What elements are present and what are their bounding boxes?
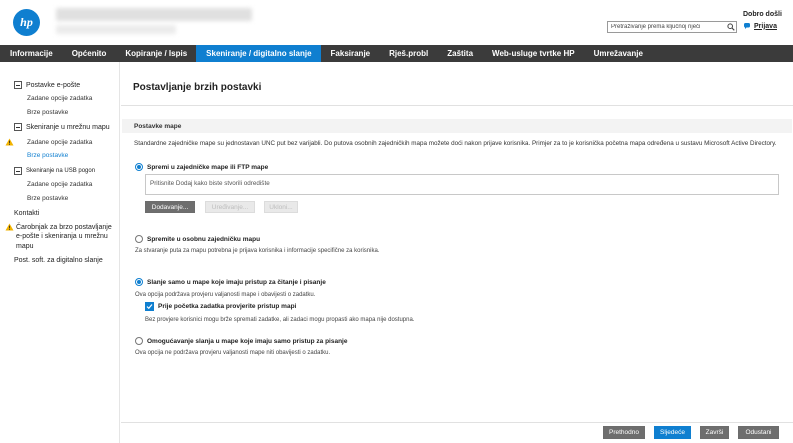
sidebar-item-network-folder[interactable]: Skeniranje u mrežnu mapu: [14, 123, 110, 131]
title-divider: [121, 105, 793, 106]
radio-label: Spremi u zajedničke mape ili FTP mape: [147, 163, 269, 171]
tab-general[interactable]: Općenito: [62, 45, 116, 62]
finish-button[interactable]: Završi: [700, 426, 729, 439]
radio-label: Spremite u osobnu zajedničku mapu: [147, 235, 261, 243]
sign-in-icon: [744, 23, 750, 29]
tab-copy-print[interactable]: Kopiranje / Ispis: [115, 45, 196, 62]
sign-in-link[interactable]: Prijava: [754, 23, 777, 30]
verify-access-checkbox[interactable]: Prije početka zadatka provjerite pristup…: [145, 302, 296, 311]
search-input[interactable]: Pretraživanje prema ključnoj riječi: [608, 24, 725, 30]
radio-unselected-icon[interactable]: [135, 337, 143, 345]
tab-hp-web-services[interactable]: Web-usluge tvrtke HP: [482, 45, 584, 62]
previous-button[interactable]: Prethodno: [603, 426, 645, 439]
read-write-note: Ova opcija podržava provjeru valjanosti …: [135, 292, 316, 298]
tab-information[interactable]: Informacije: [0, 45, 62, 62]
radio-write-only-folders[interactable]: Omogućavanje slanja u mape koje imaju sa…: [135, 337, 347, 345]
sidebar-item-email-defaults[interactable]: Zadane opcije zadatka: [27, 95, 92, 102]
sidebar-item-contacts[interactable]: Kontakti: [14, 210, 39, 217]
verify-access-note: Bez provjere korisnici mogu brže spremat…: [145, 317, 415, 323]
footer-divider: [121, 422, 793, 423]
sidebar-item-label: Zadane opcije zadatka: [27, 138, 93, 146]
page-title: Postavljanje brzih postavki: [133, 82, 262, 93]
radio-shared-folders[interactable]: Spremi u zajedničke mape ili FTP mape: [135, 163, 268, 171]
header: hp Pretraživanje prema ključnoj riječi D…: [0, 0, 793, 44]
collapse-icon[interactable]: [14, 81, 22, 89]
search-icon[interactable]: [725, 22, 736, 32]
collapse-icon[interactable]: [14, 123, 22, 131]
tab-security[interactable]: Zaštita: [437, 45, 482, 62]
sidebar-item-wizard-line2[interactable]: e-pošte i skeniranja u mrežnu: [16, 233, 108, 240]
next-button[interactable]: Sljedeće: [654, 426, 691, 439]
tab-troubleshooting[interactable]: Rješ.probl: [379, 45, 437, 62]
radio-read-write-folders[interactable]: Slanje samo u mape koje imaju pristup za…: [135, 278, 326, 286]
edit-button[interactable]: Uređivanje...: [205, 201, 255, 213]
sidebar-item-label: Skeniranje na USB pogon: [26, 168, 96, 174]
printer-address-redacted: [56, 25, 176, 34]
sidebar-item-email-setup[interactable]: Postavke e-pošte: [14, 81, 80, 89]
warning-icon: [5, 223, 14, 231]
sidebar-item-label: Postavke e-pošte: [26, 81, 81, 89]
main-content: Postavljanje brzih postavki Postavke map…: [121, 62, 793, 443]
radio-label: Slanje samo u mape koje imaju pristup za…: [147, 278, 326, 286]
cancel-button[interactable]: Odustani: [738, 426, 779, 439]
section-description: Standardne zajedničke mape su jednostava…: [134, 140, 777, 147]
radio-selected-icon[interactable]: [135, 278, 143, 286]
radio-selected-icon[interactable]: [135, 163, 143, 171]
page: hp Pretraživanje prema ključnoj riječi D…: [0, 0, 793, 443]
welcome-text: Dobro došli: [743, 11, 782, 18]
sidebar-item-label: Skeniranje u mrežnu mapu: [26, 123, 110, 131]
sidebar-item-wizard-line3[interactable]: mapu: [16, 243, 34, 250]
checkbox-label: Prije početka zadatka provjerite pristup…: [158, 303, 297, 310]
main-nav: Informacije Općenito Kopiranje / Ispis S…: [0, 45, 793, 62]
checkmark-icon[interactable]: [145, 302, 154, 311]
radio-unselected-icon[interactable]: [135, 235, 143, 243]
warning-icon: [5, 138, 14, 146]
sidebar-item-usb-quick-sets[interactable]: Brze postavke: [27, 195, 68, 202]
sidebar-item-usb-defaults[interactable]: Zadane opcije zadatka: [27, 181, 92, 188]
remove-button[interactable]: Ukloni...: [264, 201, 298, 213]
sidebar-item-label: Čarobnjak za brzo postavljanje: [16, 223, 112, 231]
sidebar-item-folder-defaults[interactable]: Zadane opcije zadatka: [5, 138, 92, 146]
sidebar-item-digital-send-software[interactable]: Post. soft. za digitalno slanje: [14, 257, 103, 264]
write-only-note: Ova opcija ne podržava provjeru valjanos…: [135, 350, 331, 356]
hp-logo[interactable]: hp: [13, 9, 40, 36]
sign-in[interactable]: Prijava: [743, 22, 777, 30]
add-button[interactable]: Dodavanje...: [145, 201, 195, 213]
sidebar-item-usb[interactable]: Skeniranje na USB pogon: [14, 167, 95, 175]
search-box[interactable]: Pretraživanje prema ključnoj riječi: [607, 21, 737, 33]
tab-fax[interactable]: Faksiranje: [321, 45, 380, 62]
tab-networking[interactable]: Umrežavanje: [584, 45, 652, 62]
tab-scan-digital-send[interactable]: Skeniranje / digitalno slanje: [196, 45, 321, 62]
sidebar: Postavke e-pošte Zadane opcije zadatka B…: [0, 62, 120, 443]
sidebar-item-folder-quick-sets[interactable]: Brze postavke: [27, 152, 68, 159]
section-header: Postavke mape: [122, 119, 792, 133]
personal-folder-note: Za stvaranje puta za mapu potrebna je pr…: [135, 248, 380, 254]
destination-list[interactable]: Pritisnite Dodaj kako biste stvorili odr…: [145, 174, 779, 195]
radio-personal-folder[interactable]: Spremite u osobnu zajedničku mapu: [135, 235, 260, 243]
collapse-icon[interactable]: [14, 167, 22, 175]
printer-name-redacted: [56, 8, 252, 21]
sidebar-item-quick-setup-wizard[interactable]: Čarobnjak za brzo postavljanje: [5, 223, 112, 231]
radio-label: Omogućavanje slanja u mape koje imaju sa…: [147, 337, 348, 345]
sidebar-item-email-quick-sets[interactable]: Brze postavke: [27, 109, 68, 116]
logo-text: hp: [20, 15, 33, 29]
